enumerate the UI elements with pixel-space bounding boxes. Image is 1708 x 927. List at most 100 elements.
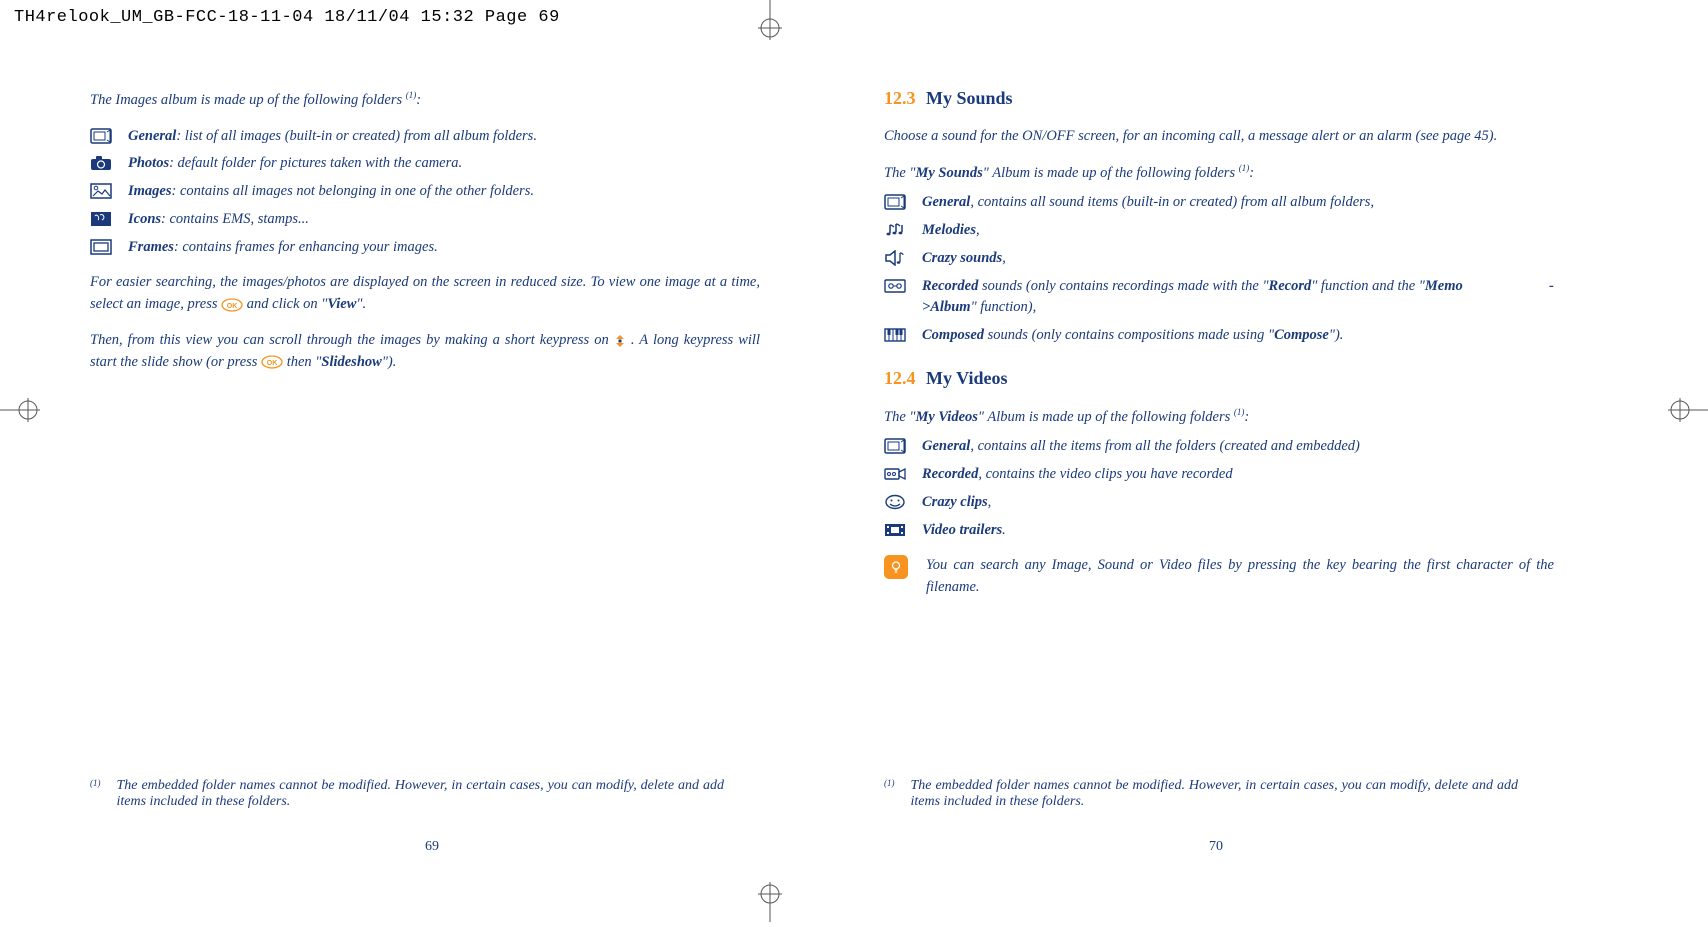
folder-label: Images [128,183,172,199]
para-slideshow: Then, from this view you can scroll thro… [90,330,760,374]
folder-images: Images: contains all images not belongin… [90,181,760,203]
folder-desc: : default folder for pictures taken with… [169,155,462,171]
text: : [1244,409,1249,425]
folder-desc: , [976,222,980,238]
tip-text: You can search any Image, Sound or Video… [926,555,1554,599]
folder-frames: Frames: contains frames for enhancing yo… [90,237,760,259]
folder-label: General [922,438,970,454]
text: " Album is made up of the following fold… [978,409,1234,425]
folder-desc: , contains all sound items (built-in or … [970,194,1374,210]
footnote-marker: (1) [884,778,895,810]
text-bold: >Album [922,299,971,315]
images-intro: The Images album is made up of the follo… [90,89,760,112]
crop-mark-top [740,0,800,40]
folder-label: Crazy clips [922,494,988,510]
folder-label: Crazy sounds [922,250,1002,266]
text-bold: - [1549,276,1554,298]
music-notes-icon [884,222,906,238]
text: sounds (only contains compositions made … [984,327,1274,343]
footnote-text: The embedded folder names cannot be modi… [911,778,1519,810]
video-trailers: Video trailers. [884,520,1554,542]
folder-desc: : list of all images (built-in or create… [176,128,537,144]
folder-desc: , contains all the items from all the fo… [970,438,1360,454]
text: "). [1329,327,1344,343]
general-icon [884,438,906,454]
updown-key-icon [614,334,626,348]
lightbulb-icon [884,555,908,579]
text: : [416,92,421,108]
ok-key-icon: OK [221,298,243,312]
folder-label: Frames [128,239,174,255]
folder-text: General, contains all the items from all… [922,436,1554,458]
piano-icon [884,327,906,343]
sounds-intro: Choose a sound for the ON/OFF screen, fo… [884,126,1554,148]
print-header: TH4relook_UM_GB-FCC-18-11-04 18/11/04 15… [0,0,1708,35]
sound-recorded: Recorded sounds (only contains recording… [884,276,1554,320]
folder-text: Composed sounds (only contains compositi… [922,325,1554,347]
folder-desc: : contains EMS, stamps... [161,211,309,227]
folder-label: General [128,128,176,144]
folder-label: Recorded [922,278,978,294]
general-icon [90,128,112,144]
section-12-4: 12.4 My Videos [884,365,1554,392]
folder-label: Recorded [922,466,978,482]
folder-desc: : contains all images not belonging in o… [172,183,534,199]
folder-photos: Photos: default folder for pictures take… [90,153,760,175]
cassette-icon [884,278,906,294]
folder-desc: : contains frames for enhancing your ima… [174,239,438,255]
sound-crazy: Crazy sounds, [884,248,1554,270]
folder-label: Icons [128,211,161,227]
folder-icons: Icons: contains EMS, stamps... [90,209,760,231]
svg-text:OK: OK [267,360,278,367]
text: then " [287,354,322,370]
page-right: 12.3 My Sounds Choose a sound for the ON… [824,85,1604,599]
section-title: My Sounds [926,88,1013,108]
video-general: General, contains all the items from all… [884,436,1554,458]
text-bold: Memo [1425,278,1463,294]
folder-text: Icons: contains EMS, stamps... [128,209,760,231]
text-bold: Compose [1274,327,1329,343]
text: and click on " [247,296,328,312]
camera-icon [90,155,112,171]
sound-general: General, contains all sound items (built… [884,192,1554,214]
folder-label: Melodies [922,222,976,238]
text-bold: My Sounds [915,165,982,181]
text-bold: Slideshow [321,354,381,370]
text: "). [382,354,397,370]
folder-text: General, contains all sound items (built… [922,192,1554,214]
text: " function), [971,299,1037,315]
text: The Images album is made up of the follo… [90,92,406,108]
section-number: 12.3 [884,88,916,108]
footnote-right: (1) The embedded folder names cannot be … [884,778,1558,810]
text: " function and the " [1311,278,1425,294]
text: Then, from this view you can scroll thro… [90,332,614,348]
section-title: My Videos [926,368,1008,388]
text: The " [884,165,915,181]
folder-label: Composed [922,327,984,343]
text: " Album is made up of the following fold… [983,165,1239,181]
video-recorded: Recorded, contains the video clips you h… [884,464,1554,486]
text: : [1249,165,1254,181]
general-icon [884,194,906,210]
folder-text: Crazy clips, [922,492,1554,514]
folder-label: Video trailers [922,522,1002,538]
frame-icon [90,239,112,255]
para-view: For easier searching, the images/photos … [90,272,760,316]
footnote-ref: (1) [1234,407,1245,417]
folder-text: Recorded, contains the video clips you h… [922,464,1554,486]
videos-album-line: The "My Videos" Album is made up of the … [884,406,1554,429]
folder-desc: , [1002,250,1006,266]
page-left: The Images album is made up of the follo… [40,89,820,373]
folder-general: General: list of all images (built-in or… [90,126,760,148]
folder-text: Melodies, [922,220,1554,242]
text-bold: Record [1269,278,1312,294]
picture-icon [90,183,112,199]
folder-desc: , contains the video clips you have reco… [978,466,1232,482]
text: ". [356,296,366,312]
face-icon [884,494,906,510]
text: sounds (only contains recordings made wi… [978,278,1268,294]
crop-mark-left [0,380,40,440]
ok-key-icon: OK [261,355,283,369]
text-bold: View [327,296,356,312]
film-icon [884,522,906,538]
